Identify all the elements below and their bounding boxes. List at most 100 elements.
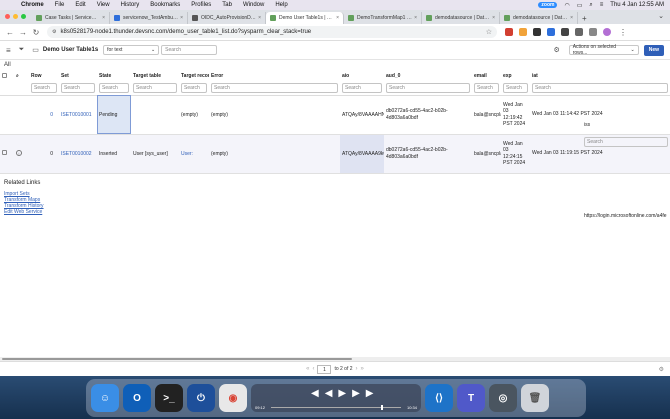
bookmark-star-icon[interactable]: ☆ xyxy=(486,28,492,36)
list-menu-icon[interactable]: ≡ xyxy=(6,46,11,55)
col-header-set[interactable]: Set xyxy=(59,71,97,81)
zoom-badge[interactable]: zoom xyxy=(538,2,558,8)
table-row[interactable]: i 0 ISET0010002 Inserted User [sys_user]… xyxy=(0,134,670,174)
col-header-iss-label[interactable]: iss xyxy=(584,122,590,128)
column-search-input[interactable]: Search xyxy=(503,82,528,93)
control-center-icon[interactable]: ≡ xyxy=(600,2,604,8)
close-tab-icon[interactable]: × xyxy=(258,15,261,21)
gear-icon[interactable]: ⚙ xyxy=(659,366,664,373)
reload-icon[interactable]: ↻ xyxy=(31,28,41,37)
cell-aio[interactable]: ATQAy/8VAAAA9kQ4nOYwvn0KzvoixfrsfzmCIPRH… xyxy=(340,134,384,174)
column-search-input[interactable]: Search xyxy=(532,82,668,93)
row-checkbox[interactable] xyxy=(2,150,7,155)
col-header-aud[interactable]: aud_0 xyxy=(384,71,472,81)
scrollbar-thumb[interactable] xyxy=(2,358,352,360)
new-tab-icon[interactable]: + xyxy=(582,12,587,24)
address-bar[interactable]: ⚙ k8s0528179-node1.thunder.devsnc.com/de… xyxy=(47,26,497,38)
col-header-iss[interactable]: iat xyxy=(530,71,670,81)
media-progress-knob[interactable] xyxy=(381,405,383,410)
cell-aio[interactable]: ATQAy/8VAAAAHN6PXvo+/nsGTWnS12obYpumK6sk… xyxy=(340,95,384,135)
power-icon[interactable]: ⏻ xyxy=(187,384,215,412)
col-header-row[interactable]: Row xyxy=(29,71,59,81)
profile-avatar[interactable] xyxy=(603,28,611,36)
browser-tab[interactable]: demodatasource | Data So × xyxy=(422,12,500,24)
outlook-icon[interactable]: O xyxy=(123,384,151,412)
column-search-input[interactable]: Search xyxy=(61,82,95,93)
col-header-state[interactable]: State xyxy=(97,71,131,81)
extension-icon[interactable] xyxy=(547,28,555,36)
close-window-icon[interactable] xyxy=(5,14,10,19)
filter-icon[interactable]: ⏷ xyxy=(19,46,25,54)
menu-history[interactable]: History xyxy=(121,2,140,8)
forward-icon[interactable]: → xyxy=(18,28,28,37)
extension-icon[interactable] xyxy=(533,28,541,36)
page-input[interactable]: 1 xyxy=(317,364,332,374)
back-icon[interactable]: ← xyxy=(5,28,15,37)
close-tab-icon[interactable]: × xyxy=(180,15,183,21)
menu-profiles[interactable]: Profiles xyxy=(191,2,211,8)
menu-file[interactable]: File xyxy=(55,2,65,8)
last-page-icon[interactable]: » xyxy=(361,366,364,372)
actions-select[interactable]: Actions on selected rows... ⌄ xyxy=(568,44,639,56)
column-search-input[interactable]: Search xyxy=(181,82,207,93)
cell-iat[interactable]: Wed Jan 03 11:14:42 PST 2024 xyxy=(530,95,670,135)
extension-icon[interactable] xyxy=(561,28,569,36)
cell-set[interactable]: ISET0010001 xyxy=(59,95,97,135)
close-tab-icon[interactable]: × xyxy=(336,15,339,21)
menu-edit[interactable]: Edit xyxy=(75,2,85,8)
minimize-window-icon[interactable] xyxy=(13,14,18,19)
search-icon[interactable]: ⌕ xyxy=(589,2,592,9)
cell-set[interactable]: ISET0010002 xyxy=(59,134,97,174)
list-title[interactable]: Demo User Table1s xyxy=(43,47,98,53)
menu-help[interactable]: Help xyxy=(275,2,287,8)
link-edit-web-service[interactable]: Edit Web Service xyxy=(4,209,44,215)
column-search-input[interactable]: Search xyxy=(386,82,470,93)
cell-aud[interactable]: db0272a6-cd55-4ac2-b02b-4d803a6a0bdf xyxy=(384,134,472,174)
breadcrumb[interactable]: All xyxy=(4,62,11,68)
browser-tab[interactable]: servicenow_TestAmbuj - Vi × xyxy=(110,12,188,24)
col-header-target-record[interactable]: Target record xyxy=(179,71,209,81)
next-page-icon[interactable]: › xyxy=(356,366,358,372)
teams-icon[interactable]: T xyxy=(457,384,485,412)
chrome-menu-icon[interactable]: ⋮ xyxy=(619,28,627,37)
puzzle-icon[interactable] xyxy=(575,28,583,36)
menu-app[interactable]: Chrome xyxy=(21,2,44,8)
menu-tab[interactable]: Tab xyxy=(222,2,232,8)
browser-tab-active[interactable]: Demo User Table1s | Servi × xyxy=(266,12,344,24)
info-icon[interactable]: i xyxy=(16,150,22,156)
column-search-input[interactable]: Search xyxy=(342,82,382,93)
cell-exp[interactable]: Wed Jan 03 12:24:15 PST 2024 xyxy=(501,134,530,174)
battery-icon[interactable]: ▭ xyxy=(577,2,583,9)
cell-iss[interactable]: https://login.microsoftonline.com/a4fe xyxy=(584,213,667,219)
first-page-icon[interactable]: « xyxy=(306,366,309,372)
menu-bookmarks[interactable]: Bookmarks xyxy=(150,2,180,8)
close-tab-icon[interactable]: × xyxy=(492,15,495,21)
list-search-input[interactable]: Search xyxy=(161,45,218,55)
wifi-icon[interactable]: ◠ xyxy=(564,2,569,9)
select-all-checkbox[interactable] xyxy=(2,72,7,78)
close-tab-icon[interactable]: × xyxy=(414,15,417,21)
column-search-input[interactable]: Search xyxy=(584,137,668,147)
browser-tab[interactable]: DemoTransformMap1 | Tab × xyxy=(344,12,422,24)
menu-view[interactable]: View xyxy=(97,2,110,8)
browser-tab[interactable]: Case Tasks | ServiceNow × xyxy=(32,12,110,24)
cell-state[interactable]: Pending xyxy=(97,95,131,135)
search-icon[interactable]: ⌕ xyxy=(16,73,19,79)
cell-error[interactable]: (empty) xyxy=(209,134,340,174)
column-search-input[interactable]: Search xyxy=(133,82,177,93)
cell-target-record[interactable]: User: xyxy=(179,134,209,174)
column-search-input[interactable]: Search xyxy=(474,82,499,93)
menu-window[interactable]: Window xyxy=(243,2,264,8)
trash-icon[interactable]: 🗑 xyxy=(521,384,549,412)
browser-tab[interactable]: OIDC_AutoProvisionDemo × xyxy=(188,12,266,24)
table-row[interactable]: 0 ISET0010001 Pending (empty) (empty) AT… xyxy=(0,95,670,135)
maximize-window-icon[interactable] xyxy=(21,14,26,19)
col-header-error[interactable]: Error xyxy=(209,71,340,81)
cell-row[interactable]: 0 xyxy=(29,95,59,135)
vscode-icon[interactable]: ⟨⟩ xyxy=(425,384,453,412)
prev-page-icon[interactable]: ‹ xyxy=(312,366,314,372)
extension-icon[interactable] xyxy=(519,28,527,36)
extension-icon[interactable] xyxy=(505,28,513,36)
col-header-email[interactable]: email xyxy=(472,71,501,81)
tab-search-icon[interactable]: ⌄ xyxy=(658,12,664,20)
